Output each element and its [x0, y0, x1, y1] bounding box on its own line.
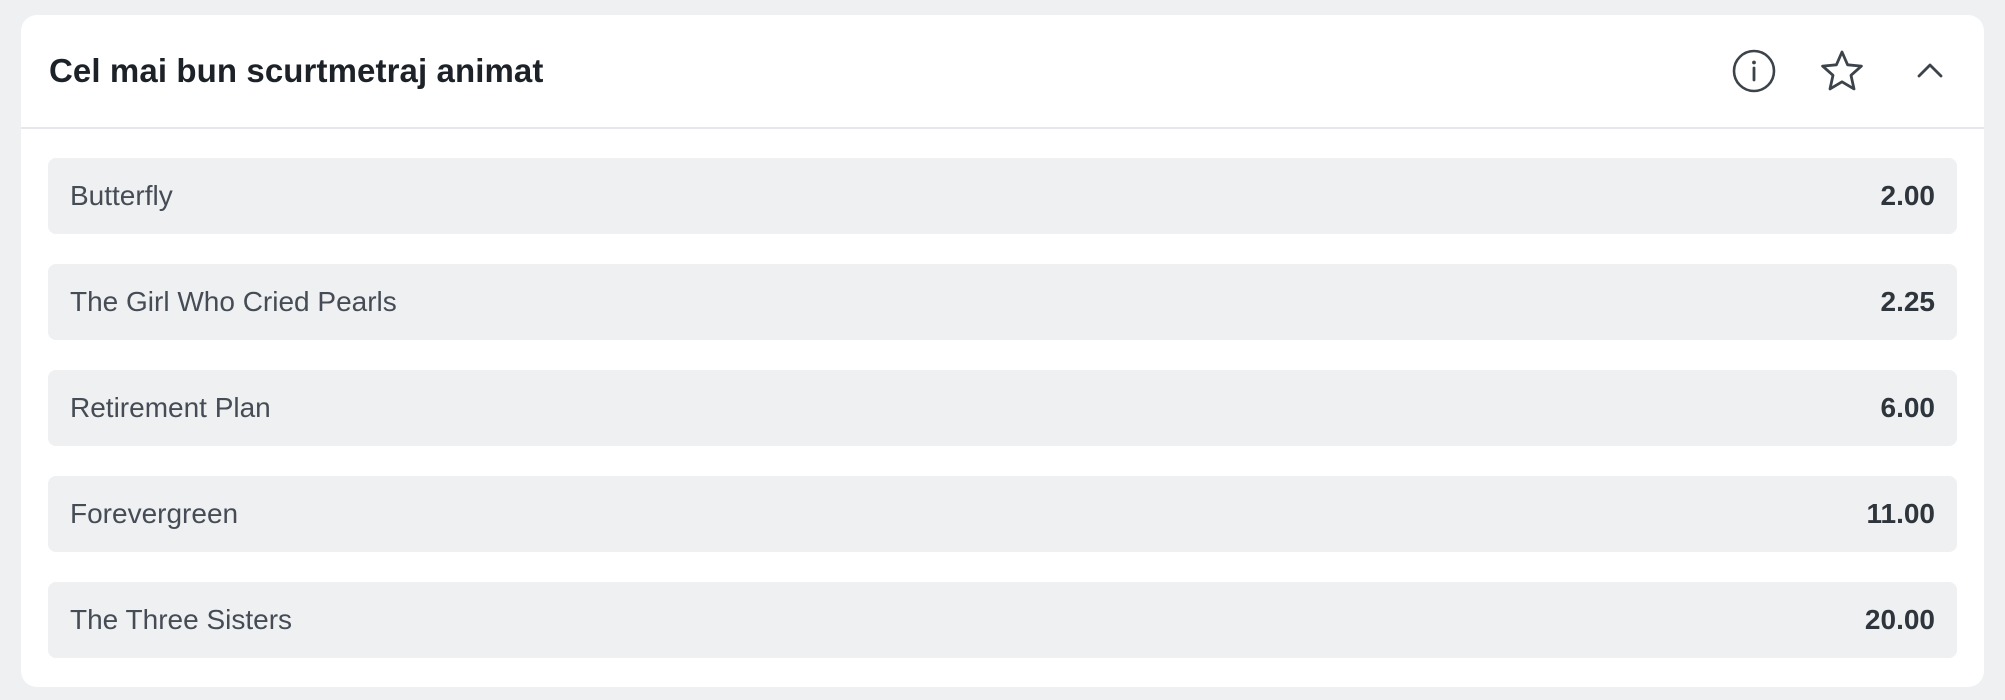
- favorite-button[interactable]: [1817, 46, 1867, 96]
- market-header: Cel mai bun scurtmetraj animat: [21, 15, 1984, 129]
- selection-odds: 2.25: [1880, 286, 1936, 317]
- selection-name: The Girl Who Cried Pearls: [70, 286, 397, 317]
- selection-row[interactable]: The Girl Who Cried Pearls 2.25: [48, 264, 1957, 340]
- info-icon: [1732, 49, 1776, 93]
- selection-row[interactable]: Retirement Plan 6.00: [48, 370, 1957, 446]
- info-button[interactable]: [1729, 46, 1779, 96]
- chevron-up-icon: [1917, 63, 1943, 78]
- selection-odds: 11.00: [1866, 498, 1935, 529]
- selection-row[interactable]: Forevergreen 11.00: [48, 476, 1957, 552]
- selection-row[interactable]: The Three Sisters 20.00: [48, 582, 1957, 658]
- selection-row[interactable]: Butterfly 2.00: [48, 158, 1957, 234]
- selection-odds: 20.00: [1864, 604, 1935, 635]
- star-icon: [1821, 50, 1863, 91]
- selection-odds: 6.00: [1880, 392, 1936, 423]
- header-actions: [1729, 15, 1955, 127]
- market-card: Cel mai bun scurtmetraj animat Butterfly…: [21, 15, 1984, 687]
- selection-name: Retirement Plan: [70, 392, 271, 423]
- selection-name: Butterfly: [70, 180, 173, 211]
- selection-odds: 2.00: [1880, 180, 1936, 211]
- selection-list: Butterfly 2.00 The Girl Who Cried Pearls…: [21, 129, 1984, 658]
- market-title: Cel mai bun scurtmetraj animat: [49, 52, 544, 89]
- selection-name: The Three Sisters: [70, 604, 293, 635]
- selection-name: Forevergreen: [70, 498, 239, 529]
- collapse-button[interactable]: [1905, 46, 1955, 96]
